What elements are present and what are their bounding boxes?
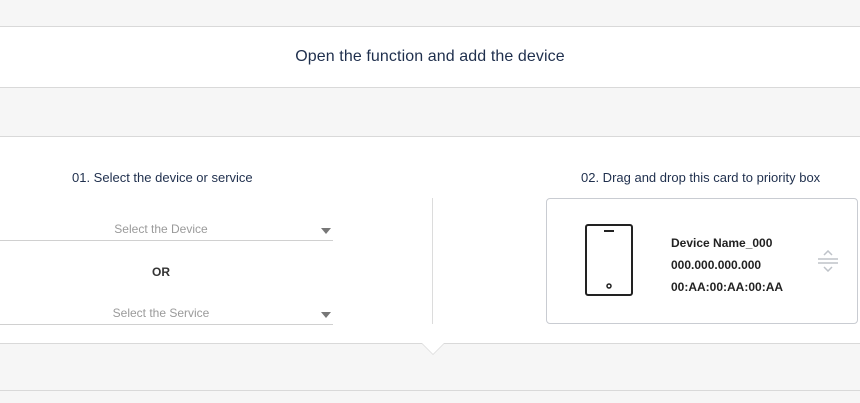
chevron-down-icon — [321, 312, 331, 318]
device-select-value: Select the Device — [114, 222, 208, 236]
device-mac: 00:AA:00:AA:00:AA — [671, 280, 784, 294]
top-band — [0, 0, 860, 27]
column-divider — [432, 198, 433, 324]
step1-title: 01. Select the device or service — [72, 170, 253, 185]
or-label: OR — [152, 265, 170, 279]
device-card[interactable]: Device Name_000 000.000.000.000 00:AA:00… — [546, 198, 858, 324]
step2-title: 02. Drag and drop this card to priority … — [581, 170, 821, 185]
device-select[interactable]: Select the Device — [0, 218, 333, 241]
chevron-down-icon — [321, 228, 331, 234]
device-info: Device Name_000 000.000.000.000 00:AA:00… — [671, 232, 783, 298]
device-ip: 000.000.000.000 — [671, 258, 762, 272]
header-bar: Open the function and add the device — [0, 27, 860, 88]
phone-icon — [585, 224, 633, 296]
pointer-notch-inner — [422, 343, 444, 354]
spacer-band — [0, 88, 860, 137]
drag-handle-icon[interactable] — [817, 250, 839, 272]
service-select[interactable]: Select the Service — [0, 302, 333, 325]
page-title: Open the function and add the device — [295, 48, 565, 65]
device-name: Device Name_000 — [671, 236, 773, 250]
service-select-value: Select the Service — [112, 306, 210, 320]
